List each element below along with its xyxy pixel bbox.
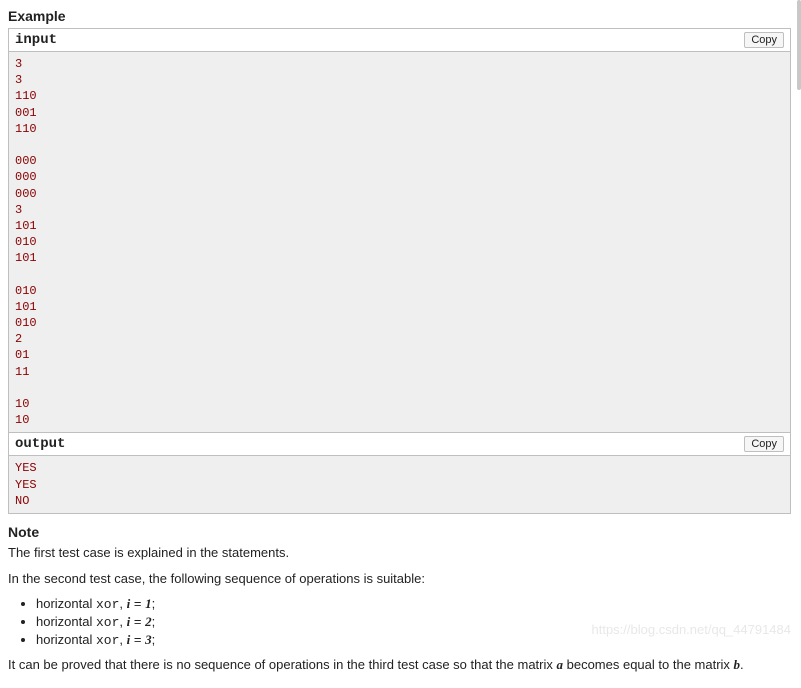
output-header: output Copy — [9, 433, 790, 456]
input-title: input — [15, 32, 57, 48]
bullet-sep: , — [119, 632, 126, 647]
bullet-sep: , — [119, 596, 126, 611]
p3-part2: becomes equal to the matrix — [563, 657, 734, 672]
xor-op: xor — [96, 615, 119, 630]
copy-output-button[interactable]: Copy — [744, 436, 784, 452]
suffix: ; — [152, 596, 156, 611]
bullet-text: horizontal — [36, 596, 96, 611]
list-item: horizontal xor, i = 1; — [36, 596, 791, 612]
output-content: YES YES NO — [9, 456, 790, 513]
note-p2: In the second test case, the following s… — [8, 570, 791, 588]
output-block: output Copy YES YES NO — [8, 433, 791, 514]
output-title: output — [15, 436, 65, 452]
eq: = — [130, 596, 145, 611]
input-content: 3 3 110 001 110 000 000 000 3 101 010 10… — [9, 52, 790, 432]
p3-part1: It can be proved that there is no sequen… — [8, 657, 557, 672]
input-header: input Copy — [9, 29, 790, 52]
example-heading: Example — [8, 8, 791, 24]
xor-op: xor — [96, 633, 119, 648]
eq: = — [130, 632, 145, 647]
suffix: ; — [152, 614, 156, 629]
p3-part3: . — [740, 657, 744, 672]
copy-input-button[interactable]: Copy — [744, 32, 784, 48]
note-p3: It can be proved that there is no sequen… — [8, 656, 791, 674]
bullet-sep: , — [119, 614, 126, 629]
watermark: https://blog.csdn.net/qq_44791484 — [592, 622, 792, 637]
suffix: ; — [152, 632, 156, 647]
input-block: input Copy 3 3 110 001 110 000 000 000 3… — [8, 28, 791, 433]
bullet-text: horizontal — [36, 632, 96, 647]
bullet-text: horizontal — [36, 614, 96, 629]
scrollbar[interactable] — [797, 0, 801, 90]
note-p1: The first test case is explained in the … — [8, 544, 791, 562]
xor-op: xor — [96, 597, 119, 612]
note-heading: Note — [8, 524, 791, 540]
eq: = — [130, 614, 145, 629]
